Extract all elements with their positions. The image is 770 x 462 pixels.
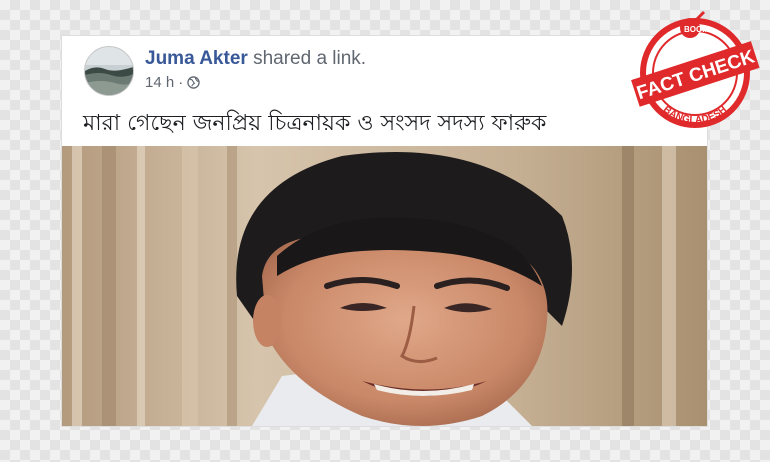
globe-icon[interactable] xyxy=(187,76,200,89)
shared-link-image[interactable] xyxy=(62,146,707,426)
fact-check-stamp: BOOM FACT CHECK BANGLADESH xyxy=(630,8,760,138)
stamp-top-text: BOOM xyxy=(684,25,709,34)
boom-fact-check-logo: BOOM FACT CHECK BANGLADESH xyxy=(631,10,760,128)
post-timestamp[interactable]: 14 h xyxy=(145,74,174,91)
author-name-link[interactable]: Juma Akter xyxy=(145,48,248,69)
action-text: shared a link. xyxy=(253,48,367,69)
author-line: Juma Akter shared a link. xyxy=(145,48,366,70)
author-avatar[interactable] xyxy=(84,46,134,96)
avatar-landscape-image xyxy=(85,47,133,95)
post-meta: 14 h · xyxy=(145,74,366,91)
post-caption: মারা গেছেন জনপ্রিয় চিত্রনায়ক ও সংসদ সদ… xyxy=(83,111,547,136)
portrait-photo xyxy=(62,146,707,426)
facebook-post-card: Juma Akter shared a link. 14 h · মারা গে… xyxy=(62,36,707,426)
post-header: Juma Akter shared a link. 14 h · xyxy=(145,48,366,91)
meta-separator: · xyxy=(178,74,184,91)
